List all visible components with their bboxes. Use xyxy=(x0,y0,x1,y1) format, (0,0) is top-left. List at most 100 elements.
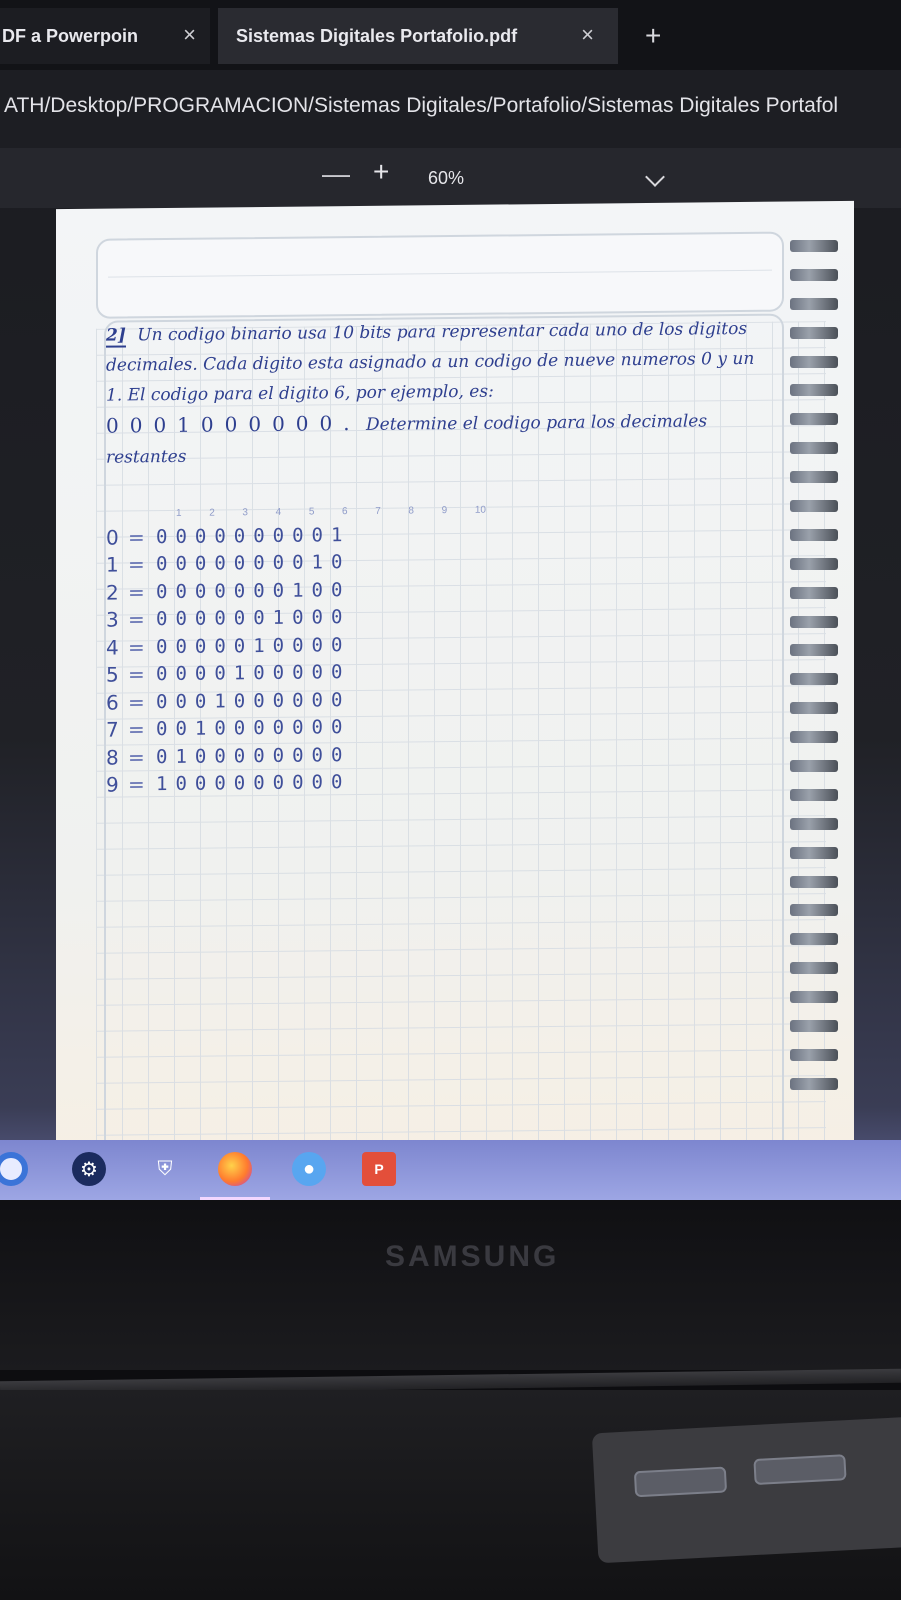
binary-code: 0010000000 xyxy=(156,716,351,741)
binary-code: 1000000000 xyxy=(156,771,351,796)
equals-sign: = xyxy=(128,744,145,770)
spiral-coil xyxy=(790,788,838,801)
spiral-coil xyxy=(790,586,838,599)
equals-sign: = xyxy=(128,607,145,632)
pdf-page: 2] Un codigo binario usa 10 bits para re… xyxy=(56,200,854,1170)
column-index: 2 xyxy=(209,507,215,519)
spiral-coil xyxy=(790,673,838,686)
spiral-coil xyxy=(790,644,838,657)
spiral-coil xyxy=(790,615,838,628)
binary-code: 0001000000 xyxy=(156,688,351,713)
spiral-coil xyxy=(790,355,838,368)
equals-sign: = xyxy=(128,579,145,605)
column-index: 7 xyxy=(375,505,381,517)
code-row: 2 = 0000000100 xyxy=(106,576,350,606)
binary-code: 0000010000 xyxy=(156,633,351,658)
zoom-in-button[interactable]: + xyxy=(373,156,389,188)
column-index: 10 xyxy=(474,504,486,516)
new-tab-button[interactable]: + xyxy=(645,20,661,52)
column-index: 8 xyxy=(408,505,414,517)
chat-icon[interactable]: ● xyxy=(292,1152,326,1186)
equals-sign: = xyxy=(128,524,145,550)
column-index: 1 xyxy=(176,507,182,519)
spiral-coil xyxy=(790,1048,838,1061)
column-index: 3 xyxy=(242,507,248,519)
spiral-coil xyxy=(790,471,838,484)
spiral-coil xyxy=(790,297,838,310)
spiral-coil xyxy=(790,1077,838,1090)
monitor-screen: DF a Powerpoin × Sistemas Digitales Port… xyxy=(0,0,901,1230)
binary-code: 0000000010 xyxy=(156,551,351,576)
spiral-coil xyxy=(790,702,838,715)
code-row: 9 = 1000000000 xyxy=(106,769,350,799)
decimal-digit: 1 xyxy=(106,552,119,577)
decimal-digit: 8 xyxy=(106,745,119,770)
monitor-bezel xyxy=(0,1200,901,1370)
spiral-coil xyxy=(790,817,838,830)
problem-text: Un codigo binario usa 10 bits para repre… xyxy=(106,318,755,406)
spiral-coil xyxy=(790,846,838,859)
spiral-coil xyxy=(790,962,838,975)
browser-tab-bar: DF a Powerpoin × Sistemas Digitales Port… xyxy=(0,0,901,70)
zoom-out-button[interactable]: — xyxy=(322,158,350,190)
equals-sign: = xyxy=(128,552,145,577)
url-text: ATH/Desktop/PROGRAMACION/Sistemas Digita… xyxy=(4,94,839,117)
spiral-coil xyxy=(790,528,838,541)
code-row: 3 = 0000001000 xyxy=(106,604,350,634)
code-row: 0 = 0000000001 xyxy=(106,521,350,551)
cortana-icon[interactable] xyxy=(0,1152,28,1186)
address-bar[interactable]: ATH/Desktop/PROGRAMACION/Sistemas Digita… xyxy=(0,70,901,148)
spiral-coil xyxy=(790,933,838,946)
code-row: 1 = 0000000010 xyxy=(106,549,350,579)
equals-sign: = xyxy=(128,689,145,715)
column-index: 6 xyxy=(342,506,348,518)
equals-sign: = xyxy=(128,717,145,742)
spiral-coil xyxy=(790,1020,838,1033)
tab-label: Sistemas Digitales Portafolio.pdf xyxy=(236,25,518,46)
tab-pdf-to-powerpoint[interactable]: DF a Powerpoin × xyxy=(0,8,210,64)
column-index: 5 xyxy=(308,506,315,518)
steam-icon[interactable]: ⚙ xyxy=(72,1152,106,1186)
decimal-digit: 2 xyxy=(106,580,119,605)
equals-sign: = xyxy=(128,772,145,797)
close-tab-icon[interactable]: × xyxy=(581,22,594,48)
spiral-coil xyxy=(790,413,838,426)
firefox-icon[interactable] xyxy=(200,1152,270,1200)
problem-statement: 2] Un codigo binario usa 10 bits para re… xyxy=(106,314,766,473)
spiral-coil xyxy=(790,500,838,513)
code-table: 0 = 0000000001 1 = 0000000010 2 = 0000000100 3… xyxy=(106,521,350,799)
binary-code: 0000001000 xyxy=(156,606,351,631)
tab-label: DF a Powerpoin xyxy=(2,25,139,46)
decimal-digit: 3 xyxy=(106,607,119,632)
equals-sign: = xyxy=(128,634,145,660)
zoom-level[interactable]: 60% xyxy=(428,168,464,189)
security-shield-icon[interactable]: ⛨ xyxy=(148,1152,182,1186)
tab-sistemas-digitales-pdf[interactable]: Sistemas Digitales Portafolio.pdf × xyxy=(218,8,618,64)
powerpoint-icon-label: P xyxy=(374,1161,384,1177)
binary-code: 0000000100 xyxy=(156,578,351,603)
notebook-spiral-binding xyxy=(790,240,850,1090)
close-tab-icon[interactable]: × xyxy=(183,22,196,48)
pdf-toolbar: — + 60% xyxy=(0,148,901,208)
spiral-coil xyxy=(790,326,838,339)
spiral-coil xyxy=(790,760,838,773)
code-row: 7 = 0010000000 xyxy=(106,714,350,744)
spiral-coil xyxy=(790,557,838,570)
spiral-coil xyxy=(790,904,838,917)
code-row: 4 = 0000010000 xyxy=(106,631,350,661)
spiral-coil xyxy=(790,240,838,252)
column-index: 4 xyxy=(275,506,282,518)
decimal-digit: 7 xyxy=(106,717,119,742)
spiral-coil xyxy=(790,731,838,744)
windows-taskbar: ⚙ ⛨ ● P xyxy=(0,1140,901,1200)
laptop-key xyxy=(633,1466,728,1498)
spiral-coil xyxy=(790,268,838,281)
problem-number: 2] xyxy=(106,325,126,348)
monitor-brand-logo: SAMSUNG xyxy=(385,1240,560,1273)
chevron-down-icon[interactable] xyxy=(645,167,665,187)
laptop-key xyxy=(753,1454,847,1486)
code-row: 6 = 0001000000 xyxy=(106,686,350,716)
decimal-digit: 6 xyxy=(106,690,119,715)
powerpoint-icon[interactable]: P xyxy=(362,1152,396,1186)
spiral-coil xyxy=(790,384,838,397)
